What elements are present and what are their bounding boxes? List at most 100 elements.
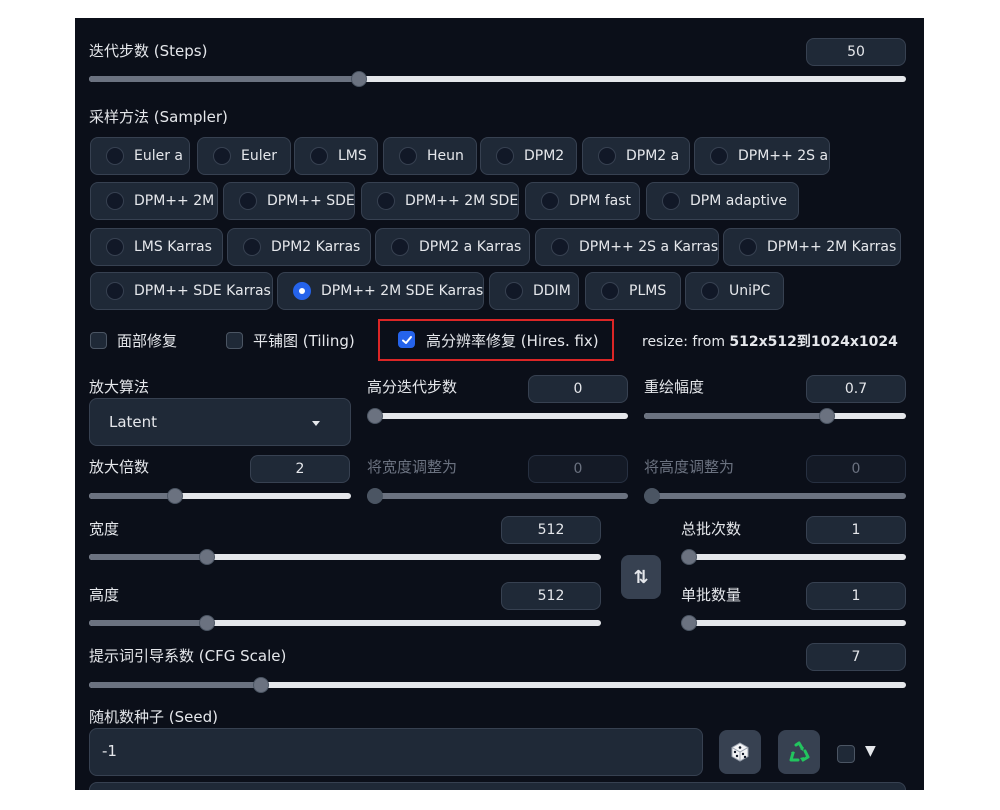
resize-width-slider[interactable] [367, 486, 628, 506]
sampler-option-label: LMS Karras [134, 239, 212, 255]
width-number-input[interactable]: 512 [501, 516, 601, 544]
batch-count-number-input[interactable]: 1 [806, 516, 906, 544]
sampler-option-label: DPM++ 2S a Karras [579, 239, 719, 255]
radio-indicator [106, 147, 124, 165]
steps-slider[interactable] [89, 69, 906, 89]
slider-track [681, 620, 906, 626]
width-label: 宽度 [89, 520, 120, 538]
upscaler-dropdown[interactable]: Latent [89, 398, 351, 446]
radio-indicator [496, 147, 514, 165]
sampler-option-dpm-2m-sde-karras[interactable]: DPM++ 2M SDE Karras [277, 272, 484, 310]
batch-count-label: 总批次数 [681, 520, 742, 538]
radio-indicator [243, 238, 261, 256]
batch-size-number-input[interactable]: 1 [806, 582, 906, 610]
resize-width-number-input[interactable]: 0 [528, 455, 628, 483]
hires-fix-checkbox[interactable] [398, 331, 415, 348]
sampler-option-dpm-2m-sde[interactable]: DPM++ 2M SDE [361, 182, 519, 220]
sampler-option-dpm2-karras[interactable]: DPM2 Karras [227, 228, 371, 266]
slider-track [644, 493, 906, 499]
slider-fill [89, 76, 359, 82]
denoise-number-input[interactable]: 0.7 [806, 375, 906, 403]
sampler-option-euler[interactable]: Euler [197, 137, 291, 175]
slider-thumb[interactable] [681, 549, 697, 565]
seed-extra-toggle[interactable]: ▼ [865, 743, 876, 759]
seed-input[interactable]: -1 [89, 728, 703, 776]
sampler-option-label: Heun [427, 148, 464, 164]
seed-label: 随机数种子 (Seed) [89, 708, 218, 726]
sampler-option-euler-a[interactable]: Euler a [90, 137, 190, 175]
face-restore-checkbox[interactable] [90, 332, 107, 349]
sampler-label: 采样方法 (Sampler) [89, 108, 228, 126]
upscaler-label: 放大算法 [89, 378, 150, 396]
sampler-option-dpm2-a[interactable]: DPM2 a [582, 137, 690, 175]
slider-track [367, 413, 628, 419]
batch-size-label: 单批数量 [681, 586, 742, 604]
sampler-option-heun[interactable]: Heun [383, 137, 477, 175]
slider-thumb[interactable] [819, 408, 836, 424]
radio-indicator [377, 192, 395, 210]
radio-indicator [541, 192, 559, 210]
radio-indicator [505, 282, 523, 300]
radio-indicator [551, 238, 569, 256]
sampler-option-plms[interactable]: PLMS [585, 272, 681, 310]
sampler-option-dpm2-a-karras[interactable]: DPM2 a Karras [375, 228, 530, 266]
sampler-option-dpm-2m-karras[interactable]: DPM++ 2M Karras [723, 228, 901, 266]
hires-steps-number-input[interactable]: 0 [528, 375, 628, 403]
radio-indicator [391, 238, 409, 256]
cfg-scale-label: 提示词引导系数 (CFG Scale) [89, 647, 287, 665]
width-slider[interactable] [89, 547, 601, 567]
slider-thumb[interactable] [252, 677, 269, 693]
resize-height-number-input[interactable]: 0 [806, 455, 906, 483]
resize-height-slider[interactable] [644, 486, 906, 506]
sampler-option-label: DPM2 [524, 148, 565, 164]
radio-indicator [701, 282, 719, 300]
batch-size-slider[interactable] [681, 613, 906, 633]
sampler-option-unipc[interactable]: UniPC [685, 272, 784, 310]
sampler-option-dpm-sde[interactable]: DPM++ SDE [223, 182, 355, 220]
random-seed-button[interactable] [719, 730, 761, 774]
sampler-option-dpm-fast[interactable]: DPM fast [525, 182, 640, 220]
sampler-option-label: Euler a [134, 148, 184, 164]
slider-thumb[interactable] [367, 488, 383, 504]
slider-thumb[interactable] [681, 615, 697, 631]
slider-thumb[interactable] [167, 488, 184, 504]
sampler-option-lms[interactable]: LMS [294, 137, 378, 175]
slider-thumb[interactable] [350, 71, 367, 87]
sampler-option-dpm-sde-karras[interactable]: DPM++ SDE Karras [90, 272, 273, 310]
slider-thumb[interactable] [198, 549, 215, 565]
radio-indicator [293, 282, 311, 300]
cfg-scale-number-input[interactable]: 7 [806, 643, 906, 671]
sampler-option-dpm-2s-a[interactable]: DPM++ 2S a [694, 137, 830, 175]
sampler-option-label: DPM fast [569, 193, 632, 209]
height-slider[interactable] [89, 613, 601, 633]
slider-track [367, 493, 628, 499]
steps-number-input[interactable]: 50 [806, 38, 906, 66]
sampler-option-dpm-2m[interactable]: DPM++ 2M [90, 182, 218, 220]
tiling-label: 平铺图 (Tiling) [253, 332, 355, 350]
slider-thumb[interactable] [367, 408, 383, 424]
upscale-by-number-input[interactable]: 2 [250, 455, 350, 483]
next-field-partial [89, 782, 906, 790]
radio-indicator [106, 238, 124, 256]
height-number-input[interactable]: 512 [501, 582, 601, 610]
denoise-slider[interactable] [644, 406, 906, 426]
sampler-option-label: DPM2 a Karras [419, 239, 522, 255]
reuse-seed-button[interactable] [778, 730, 820, 774]
sampler-option-dpm-adaptive[interactable]: DPM adaptive [646, 182, 799, 220]
check-icon [402, 336, 412, 344]
seed-extra-checkbox[interactable] [837, 745, 855, 763]
cfg-scale-slider[interactable] [89, 675, 906, 695]
sampler-option-dpm2[interactable]: DPM2 [480, 137, 577, 175]
sampler-option-ddim[interactable]: DDIM [489, 272, 579, 310]
slider-thumb[interactable] [644, 488, 660, 504]
sampler-option-dpm-2s-a-karras[interactable]: DPM++ 2S a Karras [535, 228, 719, 266]
sampler-option-lms-karras[interactable]: LMS Karras [90, 228, 223, 266]
slider-thumb[interactable] [198, 615, 215, 631]
sampler-option-label: DDIM [533, 283, 571, 299]
upscale-by-slider[interactable] [89, 486, 351, 506]
hires-steps-slider[interactable] [367, 406, 628, 426]
swap-dimensions-button[interactable]: ⇅ [621, 555, 661, 599]
sampler-option-label: DPM++ 2M SDE [405, 193, 519, 209]
tiling-checkbox[interactable] [226, 332, 243, 349]
batch-count-slider[interactable] [681, 547, 906, 567]
